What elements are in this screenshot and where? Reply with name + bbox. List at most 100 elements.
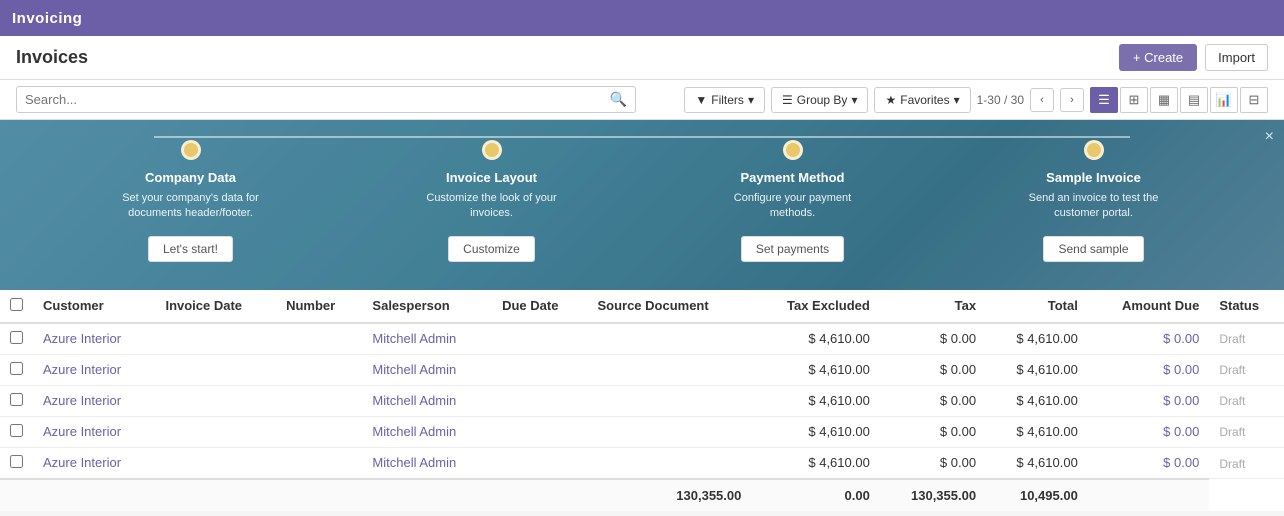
table-row: Azure Interior Mitchell Admin $ 4,610.00… bbox=[0, 447, 1284, 479]
chart-view-button[interactable]: 📊 bbox=[1210, 87, 1238, 113]
step-title-company: Company Data bbox=[145, 170, 236, 185]
toolbar: 🔍 ▼ Filters ▾ ☰ Group By ▾ ★ Favorites ▾… bbox=[0, 80, 1284, 120]
step-dot-payment bbox=[783, 140, 803, 160]
filters-label: Filters bbox=[711, 93, 744, 107]
top-navbar: Invoicing bbox=[0, 0, 1284, 36]
row-checkbox-cell[interactable] bbox=[0, 447, 33, 479]
col-source-doc: Source Document bbox=[587, 290, 751, 323]
favorites-label: Favorites bbox=[900, 93, 949, 107]
row-checkbox[interactable] bbox=[10, 393, 23, 406]
row-total: $ 4,610.00 bbox=[986, 385, 1088, 416]
col-salesperson: Salesperson bbox=[362, 290, 492, 323]
row-total: $ 4,610.00 bbox=[986, 447, 1088, 479]
step-button-layout[interactable]: Customize bbox=[448, 236, 535, 262]
row-tax: $ 0.00 bbox=[880, 416, 986, 447]
step-dot-layout bbox=[482, 140, 502, 160]
list-view-button[interactable]: ☰ bbox=[1090, 87, 1118, 113]
salesperson-link[interactable]: Mitchell Admin bbox=[372, 331, 456, 346]
step-button-payment[interactable]: Set payments bbox=[741, 236, 844, 262]
salesperson-link[interactable]: Mitchell Admin bbox=[372, 424, 456, 439]
col-status: Status bbox=[1209, 290, 1284, 323]
salesperson-link[interactable]: Mitchell Admin bbox=[372, 455, 456, 470]
banner-close-button[interactable]: × bbox=[1265, 128, 1274, 146]
step-title-payment: Payment Method bbox=[740, 170, 844, 185]
prev-page-button[interactable]: ‹ bbox=[1030, 88, 1054, 112]
next-page-button[interactable]: › bbox=[1060, 88, 1084, 112]
row-tax: $ 0.00 bbox=[880, 385, 986, 416]
table-row: Azure Interior Mitchell Admin $ 4,610.00… bbox=[0, 385, 1284, 416]
row-amount-due: $ 0.00 bbox=[1088, 323, 1210, 355]
step-button-sample[interactable]: Send sample bbox=[1043, 236, 1143, 262]
customer-link[interactable]: Azure Interior bbox=[43, 393, 121, 408]
row-tax-excl: $ 4,610.00 bbox=[751, 385, 879, 416]
kanban-view-button[interactable]: ⊞ bbox=[1120, 87, 1148, 113]
row-due-date bbox=[492, 385, 587, 416]
row-number bbox=[276, 416, 362, 447]
row-number bbox=[276, 354, 362, 385]
row-status: Draft bbox=[1209, 385, 1284, 416]
filters-chevron: ▾ bbox=[748, 93, 754, 107]
row-checkbox[interactable] bbox=[10, 331, 23, 344]
row-checkbox-cell[interactable] bbox=[0, 385, 33, 416]
search-input[interactable] bbox=[25, 92, 610, 107]
col-total: Total bbox=[986, 290, 1088, 323]
customer-link[interactable]: Azure Interior bbox=[43, 455, 121, 470]
pivot-view-button[interactable]: ⊟ bbox=[1240, 87, 1268, 113]
row-checkbox[interactable] bbox=[10, 362, 23, 375]
import-button[interactable]: Import bbox=[1205, 44, 1268, 71]
row-salesperson: Mitchell Admin bbox=[362, 354, 492, 385]
select-all-header[interactable] bbox=[0, 290, 33, 323]
step-desc-layout: Customize the look of your invoices. bbox=[412, 191, 572, 222]
step-title-layout: Invoice Layout bbox=[446, 170, 537, 185]
search-box[interactable]: 🔍 bbox=[16, 86, 636, 113]
row-total: $ 4,610.00 bbox=[986, 354, 1088, 385]
select-all-checkbox[interactable] bbox=[10, 298, 23, 311]
row-invoice-date bbox=[155, 416, 276, 447]
row-checkbox[interactable] bbox=[10, 455, 23, 468]
groupby-button[interactable]: ☰ Group By ▾ bbox=[771, 87, 869, 113]
row-checkbox-cell[interactable] bbox=[0, 323, 33, 355]
invoices-table-container: Customer Invoice Date Number Salesperson… bbox=[0, 290, 1284, 511]
table-view-button[interactable]: ▤ bbox=[1180, 87, 1208, 113]
customer-link[interactable]: Azure Interior bbox=[43, 331, 121, 346]
create-button[interactable]: + Create bbox=[1119, 44, 1197, 71]
row-number bbox=[276, 447, 362, 479]
row-customer: Azure Interior bbox=[33, 354, 155, 385]
row-salesperson: Mitchell Admin bbox=[362, 416, 492, 447]
col-number: Number bbox=[276, 290, 362, 323]
calendar-view-button[interactable]: ▦ bbox=[1150, 87, 1178, 113]
step-company-data: Company Data Set your company's data for… bbox=[40, 140, 341, 262]
filters-button[interactable]: ▼ Filters ▾ bbox=[684, 87, 765, 113]
row-customer: Azure Interior bbox=[33, 323, 155, 355]
favorites-button[interactable]: ★ Favorites ▾ bbox=[874, 87, 970, 113]
row-source-doc bbox=[587, 416, 751, 447]
row-checkbox-cell[interactable] bbox=[0, 354, 33, 385]
pagination-info: 1-30 / 30 bbox=[977, 93, 1024, 107]
footer-status-empty bbox=[1088, 479, 1210, 511]
status-badge: Draft bbox=[1219, 457, 1245, 471]
step-button-company[interactable]: Let's start! bbox=[148, 236, 233, 262]
row-invoice-date bbox=[155, 354, 276, 385]
groupby-chevron: ▾ bbox=[851, 93, 857, 107]
salesperson-link[interactable]: Mitchell Admin bbox=[372, 393, 456, 408]
row-invoice-date bbox=[155, 323, 276, 355]
col-due-date: Due Date bbox=[492, 290, 587, 323]
footer-row: 130,355.00 0.00 130,355.00 10,495.00 bbox=[0, 479, 1284, 511]
col-invoice-date: Invoice Date bbox=[155, 290, 276, 323]
row-checkbox-cell[interactable] bbox=[0, 416, 33, 447]
row-salesperson: Mitchell Admin bbox=[362, 385, 492, 416]
customer-link[interactable]: Azure Interior bbox=[43, 424, 121, 439]
row-due-date bbox=[492, 447, 587, 479]
col-customer: Customer bbox=[33, 290, 155, 323]
row-tax: $ 0.00 bbox=[880, 447, 986, 479]
step-payment-method: Payment Method Configure your payment me… bbox=[642, 140, 943, 262]
app-title: Invoicing bbox=[12, 10, 82, 27]
row-status: Draft bbox=[1209, 447, 1284, 479]
row-status: Draft bbox=[1209, 323, 1284, 355]
salesperson-link[interactable]: Mitchell Admin bbox=[372, 362, 456, 377]
row-status: Draft bbox=[1209, 416, 1284, 447]
footer-empty bbox=[0, 479, 587, 511]
customer-link[interactable]: Azure Interior bbox=[43, 362, 121, 377]
row-checkbox[interactable] bbox=[10, 424, 23, 437]
step-desc-sample: Send an invoice to test the customer por… bbox=[1014, 191, 1174, 222]
